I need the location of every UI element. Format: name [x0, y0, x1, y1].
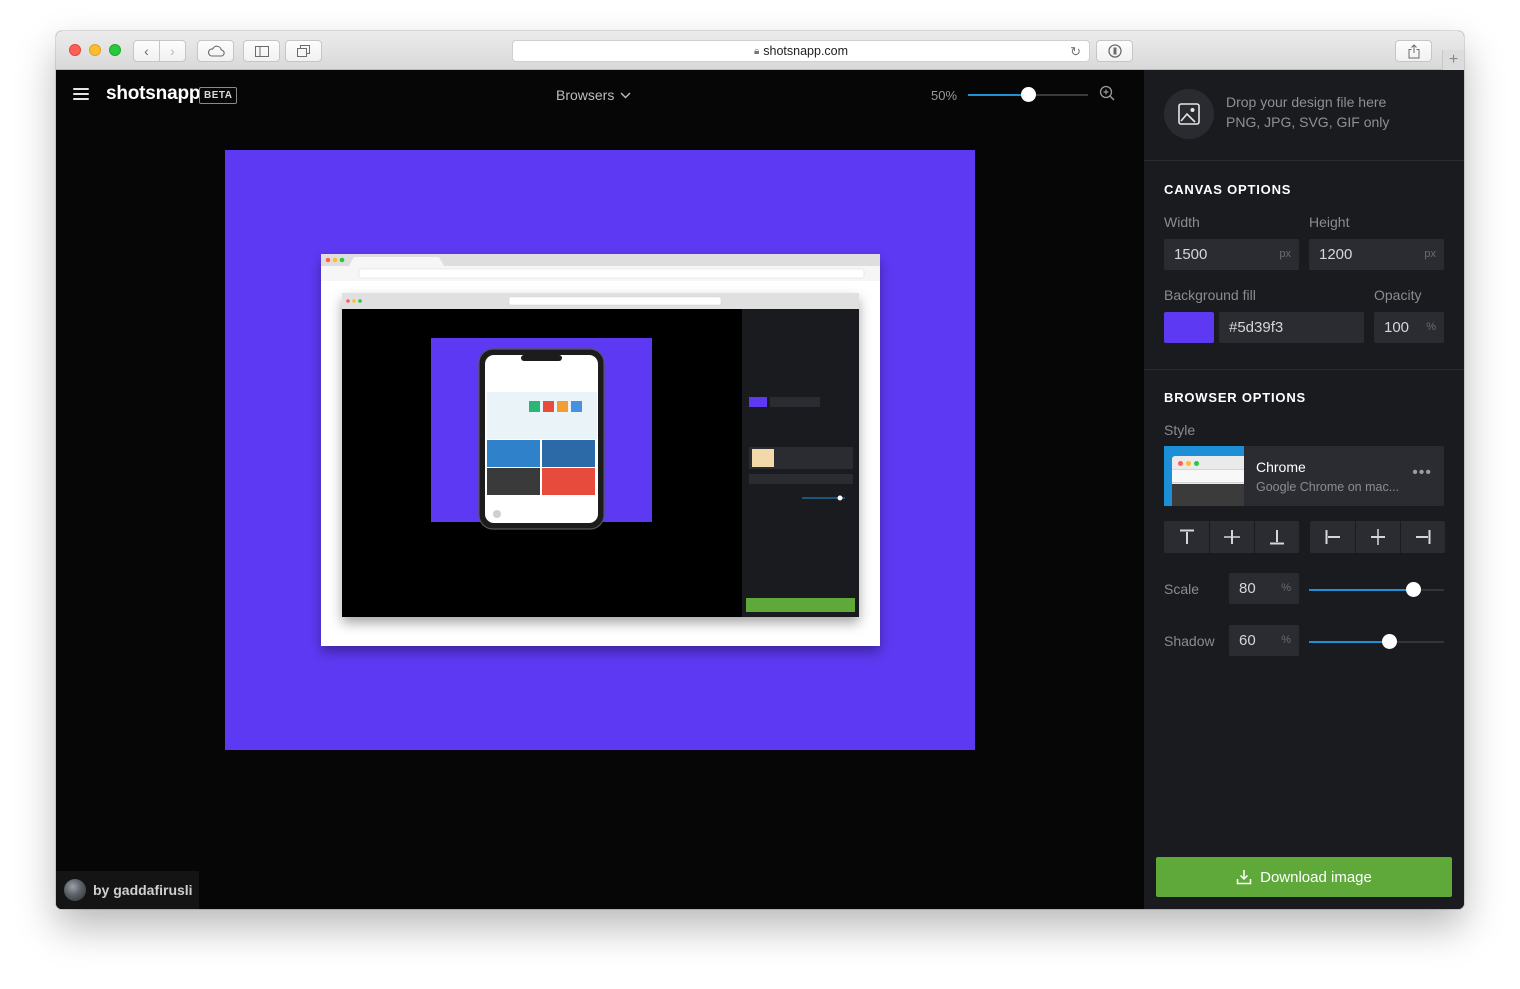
author-credit[interactable]: by gaddafirusli	[56, 871, 199, 909]
opacity-label: Opacity	[1374, 287, 1422, 303]
zoom-slider-fill	[968, 94, 1028, 96]
zoom-slider-thumb[interactable]	[1021, 87, 1036, 102]
scale-slider-thumb[interactable]	[1405, 582, 1421, 597]
address-url: shotsnapp.com	[763, 44, 849, 58]
canvas-options-title: CANVAS OPTIONS	[1164, 182, 1292, 197]
tabs-icon	[297, 45, 310, 57]
shadow-label: Shadow	[1164, 633, 1215, 649]
drop-instructions: Drop your design file here PNG, JPG, SVG…	[1226, 92, 1389, 132]
forward-arrow-icon[interactable]: ›	[159, 41, 185, 61]
horizontal-align-group	[1310, 521, 1445, 553]
align-left-icon[interactable]	[1310, 521, 1355, 553]
width-unit: px	[1279, 248, 1291, 260]
shadow-slider-fill	[1309, 641, 1389, 643]
width-label: Width	[1164, 214, 1200, 230]
shadow-field[interactable]: 60 %	[1229, 625, 1299, 656]
height-field[interactable]: 1200 px	[1309, 239, 1444, 270]
scale-slider[interactable]	[1309, 582, 1444, 597]
download-icon	[1236, 870, 1252, 885]
safari-window: ‹ › 🔒︎ shotsnapp.com ↻ + shotsnapp BETA	[56, 31, 1464, 909]
sidebar-icon	[254, 45, 269, 57]
section-divider	[1144, 369, 1464, 370]
scale-label: Scale	[1164, 581, 1200, 597]
background-hex-field[interactable]: #5d39f3	[1219, 312, 1364, 343]
address-bar[interactable]: 🔒︎ shotsnapp.com ↻	[512, 40, 1090, 62]
drop-line-1: Drop your design file here	[1226, 94, 1387, 110]
sidebar-toggle-button[interactable]	[243, 40, 280, 62]
browser-mockup-preview	[321, 254, 880, 646]
options-sidebar: Drop your design file here PNG, JPG, SVG…	[1144, 70, 1464, 909]
icloud-tabs-button[interactable]	[197, 40, 234, 62]
cloud-icon	[207, 45, 225, 57]
design-canvas[interactable]	[225, 150, 975, 750]
scale-field[interactable]: 80 %	[1229, 573, 1299, 604]
download-label: Download image	[1260, 868, 1372, 886]
tab-overview-button[interactable]	[285, 40, 322, 62]
opacity-unit: %	[1426, 321, 1436, 333]
mode-dropdown[interactable]: Browsers	[556, 87, 631, 103]
browser-options-title: BROWSER OPTIONS	[1164, 390, 1307, 405]
shadow-slider-thumb[interactable]	[1381, 634, 1397, 649]
nav-buttons: ‹ ›	[133, 40, 186, 62]
scale-slider-fill	[1309, 589, 1413, 591]
zoom-window-button[interactable]	[109, 44, 121, 56]
zoom-slider[interactable]	[968, 87, 1088, 102]
shadow-value: 60	[1239, 632, 1256, 649]
style-description: Google Chrome on mac...	[1256, 480, 1400, 494]
opacity-value: 100	[1384, 319, 1410, 336]
reader-info-icon	[1107, 44, 1122, 58]
main-area: shotsnapp BETA Browsers 50% by gaddafiru…	[56, 70, 1144, 909]
beta-badge: BETA	[199, 87, 238, 104]
width-value: 1500	[1174, 246, 1208, 263]
minimize-window-button[interactable]	[89, 44, 101, 56]
author-credit-text: by gaddafirusli	[93, 882, 193, 898]
share-button[interactable]	[1395, 40, 1432, 62]
height-unit: px	[1424, 248, 1436, 260]
avatar	[64, 879, 86, 901]
zoom-in-icon[interactable]	[1099, 85, 1115, 101]
more-options-icon[interactable]: •••	[1412, 464, 1432, 482]
background-color-swatch[interactable]	[1164, 312, 1214, 343]
reload-icon[interactable]: ↻	[1070, 44, 1081, 60]
menu-icon[interactable]	[73, 88, 89, 100]
close-window-button[interactable]	[69, 44, 81, 56]
image-icon	[1164, 89, 1214, 139]
scale-unit: %	[1281, 582, 1291, 594]
chrome-thumbnail	[1164, 446, 1244, 506]
shadow-unit: %	[1281, 634, 1291, 646]
shadow-slider[interactable]	[1309, 634, 1444, 649]
align-top-icon[interactable]	[1164, 521, 1209, 553]
shotsnapp-app: shotsnapp BETA Browsers 50% by gaddafiru…	[56, 70, 1464, 909]
file-drop-zone[interactable]: Drop your design file here PNG, JPG, SVG…	[1144, 70, 1464, 161]
mode-dropdown-label: Browsers	[556, 87, 615, 103]
align-bottom-icon[interactable]	[1254, 521, 1299, 553]
style-name: Chrome	[1256, 459, 1306, 475]
share-icon	[1408, 43, 1419, 58]
download-image-button[interactable]: Download image	[1156, 857, 1452, 897]
lock-icon: 🔒︎	[753, 45, 760, 57]
app-logo[interactable]: shotsnapp	[106, 83, 200, 105]
align-right-icon[interactable]	[1400, 521, 1445, 553]
background-hex-value: #5d39f3	[1229, 319, 1284, 336]
chevron-down-icon	[620, 92, 631, 98]
vertical-align-group	[1164, 521, 1299, 553]
reader-button[interactable]	[1096, 40, 1133, 62]
align-middle-icon[interactable]	[1209, 521, 1254, 553]
background-fill-label: Background fill	[1164, 287, 1256, 303]
opacity-field[interactable]: 100 %	[1374, 312, 1444, 343]
browser-style-selector[interactable]: Chrome Google Chrome on mac... •••	[1164, 446, 1444, 506]
browser-toolbar: ‹ › 🔒︎ shotsnapp.com ↻ +	[56, 31, 1464, 70]
style-label: Style	[1164, 422, 1196, 438]
new-tab-button[interactable]: +	[1442, 50, 1464, 70]
width-field[interactable]: 1500 px	[1164, 239, 1299, 270]
scale-value: 80	[1239, 580, 1256, 597]
back-arrow-icon[interactable]: ‹	[134, 41, 159, 61]
align-center-icon[interactable]	[1355, 521, 1400, 553]
drop-line-2: PNG, JPG, SVG, GIF only	[1226, 114, 1390, 130]
height-value: 1200	[1319, 246, 1353, 263]
height-label: Height	[1309, 214, 1350, 230]
zoom-percent: 50%	[931, 88, 958, 103]
